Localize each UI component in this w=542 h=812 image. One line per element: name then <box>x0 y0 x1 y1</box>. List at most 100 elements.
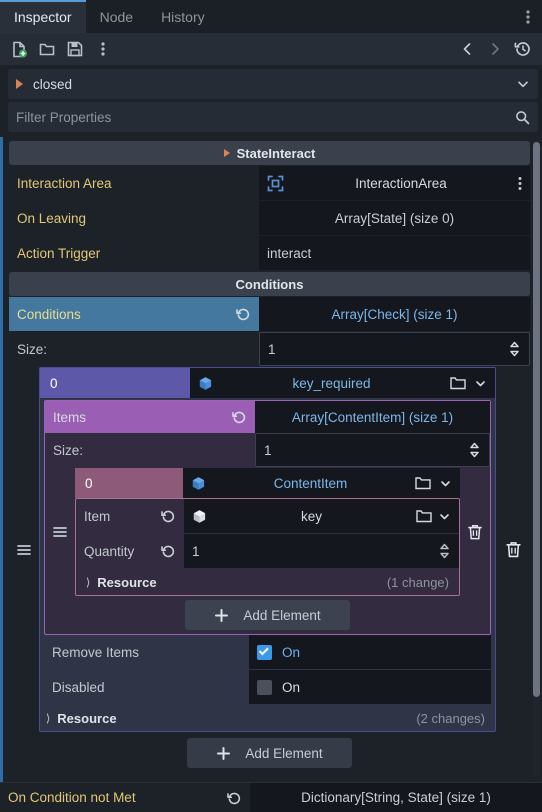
folder-open-icon[interactable] <box>450 376 466 390</box>
chevron-down-icon[interactable] <box>438 510 451 523</box>
checkbox-checked-icon[interactable] <box>257 644 272 660</box>
new-resource-icon[interactable] <box>6 36 32 62</box>
interaction-area-menu-icon[interactable] <box>518 176 522 191</box>
triangle-right-icon <box>16 79 23 89</box>
category-conditions[interactable]: Conditions <box>9 272 530 296</box>
subresource-resource-item[interactable]: ⟩ Resource (1 change) <box>76 569 459 595</box>
conditions-size-row[interactable]: Size: 1 <box>9 332 530 366</box>
vertical-dots-icon[interactable] <box>514 0 542 33</box>
conditions-element-0-index: 0 <box>40 368 190 398</box>
revert-icon[interactable] <box>236 307 251 322</box>
property-quantity-value: 1 <box>192 543 200 559</box>
property-disabled-checkbox[interactable]: On <box>249 670 491 704</box>
items-size-row[interactable]: Size: 1 <box>45 433 490 467</box>
chevron-down-icon[interactable] <box>474 377 487 390</box>
subresource-resource-check-label: Resource <box>57 710 117 726</box>
selected-object-row[interactable]: closed DOC <box>8 69 538 99</box>
scrollbar-thumb[interactable] <box>533 142 540 697</box>
property-on-condition-not-met[interactable]: On Condition not Met Dictionary[String, … <box>0 782 542 812</box>
property-action-trigger-value[interactable]: interact <box>259 236 530 270</box>
contentitem-body: Item key Quantity 1 ⟩ Resource (1 change… <box>75 498 460 596</box>
subresource-resource-check[interactable]: ⟩ Resource (2 changes) <box>40 705 495 731</box>
property-conditions-value[interactable]: Array[Check] (size 1) <box>259 297 530 331</box>
add-element-conditions-button[interactable]: Add Element <box>187 738 352 768</box>
property-items-value[interactable]: Array[ContentItem] (size 1) <box>255 401 490 433</box>
filter-properties-row[interactable]: Filter Properties <box>8 102 538 132</box>
property-interaction-area[interactable]: Interaction Area InteractionArea <box>9 166 530 200</box>
trash-icon[interactable] <box>496 367 530 732</box>
category-stateinteract[interactable]: StateInteract <box>9 141 530 165</box>
inspector-scroll-area[interactable]: StateInteract Interaction Area Interacti… <box>0 137 542 782</box>
property-remove-items[interactable]: Remove Items On <box>40 635 495 669</box>
property-on-condition-not-met-value[interactable]: Dictionary[String, State] (size 1) <box>250 783 542 812</box>
property-item-label: Item <box>76 499 184 533</box>
drag-handle-icon[interactable] <box>9 367 39 732</box>
chevron-right-icon[interactable] <box>482 36 508 62</box>
property-items-label: Items <box>45 401 255 433</box>
property-interaction-area-value: InteractionArea <box>355 175 447 191</box>
contentitem-element-0-resource[interactable]: ContentItem <box>183 468 460 498</box>
history-icon[interactable] <box>510 36 536 62</box>
property-item-value: key <box>300 508 322 524</box>
property-action-trigger[interactable]: Action Trigger interact <box>9 236 530 270</box>
property-disabled[interactable]: Disabled On <box>40 670 495 704</box>
conditions-element-0-resource[interactable]: key_required <box>190 368 495 398</box>
chevron-down-icon[interactable] <box>516 77 530 91</box>
folder-open-icon[interactable] <box>415 476 431 490</box>
property-items[interactable]: Items Array[ContentItem] (size 1) <box>45 401 490 433</box>
search-icon[interactable] <box>515 110 530 125</box>
property-on-leaving[interactable]: On Leaving Array[State] (size 0) <box>9 201 530 235</box>
conditions-size-input[interactable]: 1 <box>259 332 530 366</box>
selected-object-label: closed <box>33 76 73 92</box>
items-size-input[interactable]: 1 <box>255 433 490 467</box>
revert-icon[interactable] <box>227 790 242 805</box>
updown-arrows-icon[interactable] <box>468 442 481 458</box>
conditions-element-0-name: key_required <box>292 375 371 391</box>
contentitem-element-0-name: ContentItem <box>273 475 348 491</box>
property-quantity-text: Quantity <box>84 543 135 559</box>
folder-open-icon[interactable] <box>416 509 432 523</box>
trash-icon[interactable] <box>460 468 490 596</box>
property-conditions[interactable]: Conditions Array[Check] (size 1) <box>9 297 530 331</box>
folder-open-icon[interactable] <box>34 36 60 62</box>
category-conditions-label: Conditions <box>235 276 304 292</box>
contentitem-element-0-header[interactable]: 0 ContentItem <box>75 468 460 498</box>
drag-handle-icon[interactable] <box>45 468 75 596</box>
property-action-trigger-label: Action Trigger <box>17 245 101 261</box>
triangle-right-icon <box>223 149 230 157</box>
add-element-items-label: Add Element <box>243 607 321 623</box>
tab-history[interactable]: History <box>147 0 219 33</box>
property-conditions-label: Conditions <box>9 297 259 331</box>
conditions-element-0-header[interactable]: 0 key_required <box>40 368 495 398</box>
property-quantity[interactable]: Quantity 1 <box>76 534 459 568</box>
revert-icon[interactable] <box>161 509 176 524</box>
tab-node-label: Node <box>99 8 134 25</box>
node-picker-icon[interactable] <box>267 175 284 192</box>
chevron-left-icon[interactable] <box>454 36 480 62</box>
property-item-value-box[interactable]: key <box>184 499 459 533</box>
tab-bar: Inspector Node History <box>0 0 542 33</box>
chevron-right-icon: ⟩ <box>46 712 51 725</box>
property-remove-items-checkbox[interactable]: On <box>249 635 491 669</box>
add-element-conditions-label: Add Element <box>245 745 323 761</box>
updown-arrows-icon[interactable] <box>438 543 451 559</box>
chevron-down-icon[interactable] <box>439 477 452 490</box>
items-size-label: Size: <box>53 442 84 458</box>
filter-properties-input[interactable]: Filter Properties <box>16 110 515 125</box>
property-item[interactable]: Item key <box>76 499 459 533</box>
save-icon[interactable] <box>62 36 88 62</box>
property-item-text: Item <box>84 508 111 524</box>
toolbar-more-menu-icon[interactable] <box>90 36 116 62</box>
tab-inspector[interactable]: Inspector <box>0 0 86 33</box>
tab-history-label: History <box>161 8 205 25</box>
add-element-items-button[interactable]: Add Element <box>185 600 350 630</box>
vertical-scrollbar[interactable] <box>533 140 540 778</box>
revert-icon[interactable] <box>232 410 247 425</box>
property-on-leaving-value[interactable]: Array[State] (size 0) <box>259 201 530 235</box>
tab-inspector-label: Inspector <box>14 8 72 25</box>
checkbox-unchecked-icon[interactable] <box>257 679 272 695</box>
property-quantity-input[interactable]: 1 <box>184 534 459 568</box>
revert-icon[interactable] <box>161 544 176 559</box>
tab-node[interactable]: Node <box>86 0 147 33</box>
updown-arrows-icon[interactable] <box>508 341 521 357</box>
